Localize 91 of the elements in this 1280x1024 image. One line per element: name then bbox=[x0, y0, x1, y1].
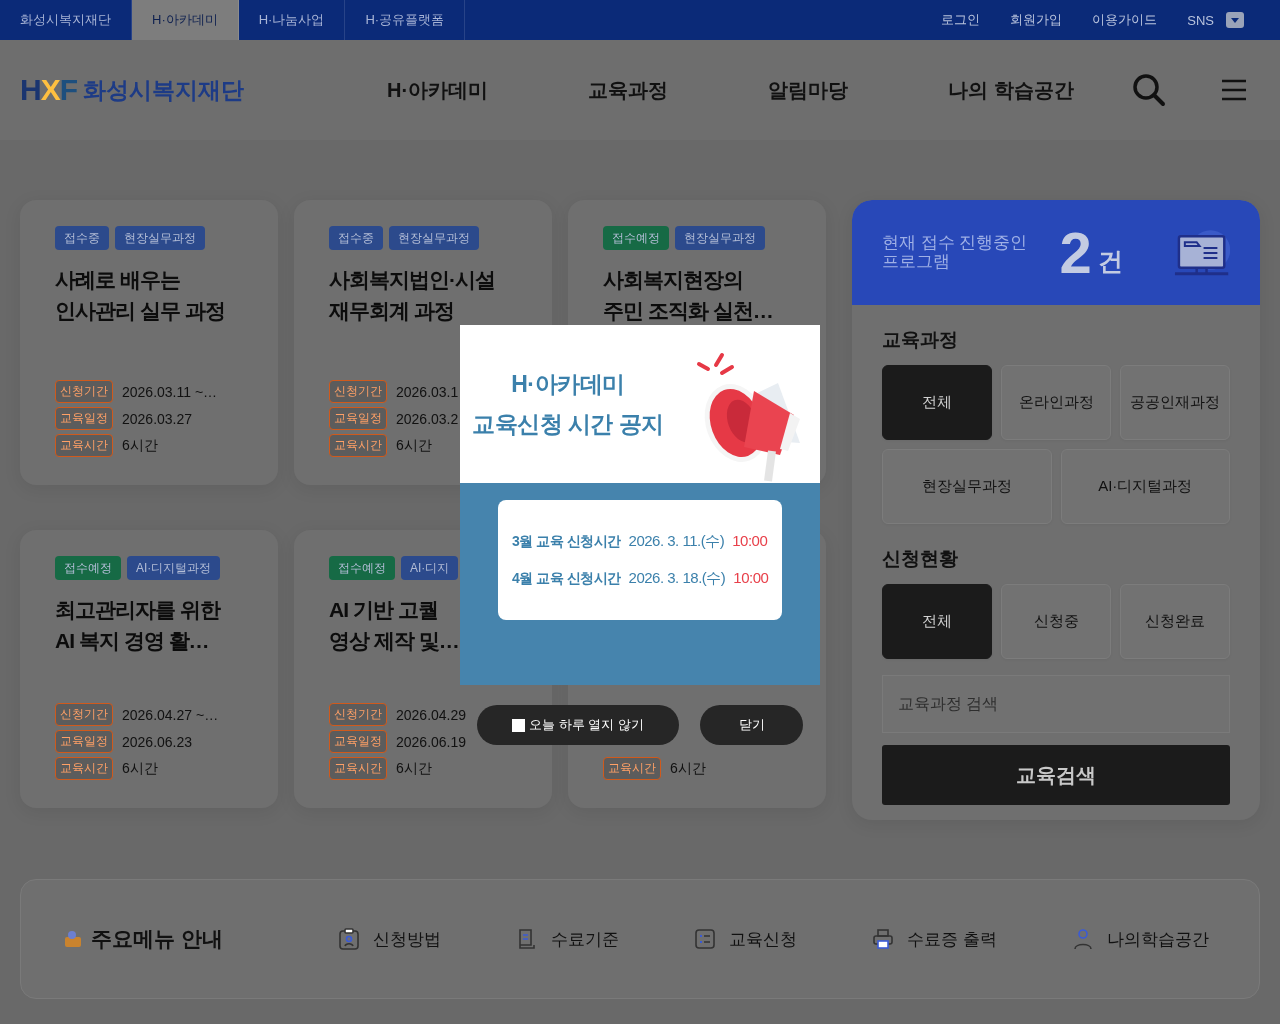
filter-button[interactable]: 전체 bbox=[882, 365, 992, 440]
info-label: 교육시간 bbox=[603, 757, 661, 780]
filter-button[interactable]: 공공인재과정 bbox=[1120, 365, 1230, 440]
course-title: AI 기반 고퀄 영상 제작 및… bbox=[329, 597, 460, 654]
filter-button[interactable]: 현장실무과정 bbox=[882, 449, 1052, 524]
menu-link[interactable]: 수료기준 bbox=[515, 927, 620, 951]
course-card[interactable]: 접수예정 AI·디지털과정 최고관리자를 위한 AI 복지 경영 활… 신청기간 2026.04.27 ~… 교육일정 2026.06.23 교육시간 6시간 bbox=[20, 530, 278, 808]
course-card[interactable]: 접수중 현장실무과정 사례로 배우는 인사관리 실무 과정 신청기간 2026.03.11 ~… 교육일정 2026.03.27 교육시간 6시간 bbox=[20, 200, 278, 485]
category-tag: 현장실무과정 bbox=[115, 226, 205, 250]
filter-button[interactable]: 온라인과정 bbox=[1001, 365, 1111, 440]
schedule-time: 10:00 bbox=[732, 532, 768, 549]
checklist-icon bbox=[693, 927, 718, 951]
count-unit: 건 bbox=[1097, 246, 1123, 277]
banner-label: 현재 접수 진행중인 프로그램 bbox=[882, 233, 1029, 272]
status-tag: 접수중 bbox=[329, 226, 383, 250]
menu-link[interactable]: 수료증 출력 bbox=[871, 927, 997, 951]
top-link[interactable]: 회원가입 bbox=[1010, 11, 1063, 29]
nav-link[interactable]: 나의 학습공간 bbox=[948, 76, 1074, 104]
monitor-icon bbox=[1172, 227, 1230, 278]
info-value: 2026.03.1 bbox=[396, 383, 459, 400]
filter-button[interactable]: AI·디지털과정 bbox=[1060, 449, 1230, 524]
top-link[interactable]: 이용가이드 bbox=[1092, 11, 1158, 29]
search-icon[interactable] bbox=[1132, 73, 1166, 107]
guide-title: 주요메뉴 안내 bbox=[91, 926, 223, 952]
info-value: 2026.04.29 bbox=[396, 706, 467, 723]
search-button[interactable]: 교육검색 bbox=[882, 745, 1230, 805]
close-button[interactable]: 닫기 bbox=[700, 705, 803, 745]
top-link[interactable]: 로그인 bbox=[941, 11, 981, 29]
info-value: 2026.04.27 ~… bbox=[122, 706, 219, 723]
nav-link[interactable]: H·아카데미 bbox=[387, 76, 489, 104]
info-value: 6시간 bbox=[396, 436, 432, 455]
info-value: 2026.06.19 bbox=[396, 733, 467, 750]
filter-button[interactable]: 전체 bbox=[882, 584, 992, 659]
info-value: 2026.03.2 bbox=[396, 410, 459, 427]
guide-icon bbox=[63, 929, 83, 949]
course-title: 사례로 배우는 인사관리 실무 과정 bbox=[55, 267, 226, 324]
filter-heading: 신청현황 bbox=[882, 547, 959, 571]
nav-tab[interactable]: H·아카데미 bbox=[132, 0, 239, 40]
info-label: 신청기간 bbox=[329, 703, 387, 726]
dropdown-icon[interactable] bbox=[1226, 12, 1244, 28]
program-count: 2 bbox=[1059, 223, 1092, 282]
info-value: 2026.06.23 bbox=[122, 733, 193, 750]
schedule-time: 10:00 bbox=[733, 569, 769, 586]
info-value: 6시간 bbox=[122, 759, 158, 778]
course-title: 최고관리자를 위한 AI 복지 경영 활… bbox=[55, 597, 222, 654]
info-value: 6시간 bbox=[396, 759, 432, 778]
status-tag: 접수예정 bbox=[329, 556, 395, 580]
info-label: 신청기간 bbox=[55, 703, 113, 726]
course-title: 사회복지법인·시설 재무회계 과정 bbox=[329, 267, 496, 324]
checkbox[interactable] bbox=[512, 718, 526, 732]
info-label: 교육시간 bbox=[329, 757, 387, 780]
nav-link[interactable]: 교육과정 bbox=[588, 76, 669, 104]
status-tag: 접수중 bbox=[55, 226, 109, 250]
info-label: 신청기간 bbox=[55, 380, 113, 403]
dont-show-button[interactable]: 오늘 하루 열지 않기 bbox=[477, 705, 679, 745]
menu-link[interactable]: 나의학습공간 bbox=[1071, 927, 1209, 951]
info-label: 교육시간 bbox=[55, 434, 113, 457]
menu-icon[interactable] bbox=[1221, 79, 1247, 101]
logo-text[interactable]: 화성시복지재단 bbox=[83, 74, 244, 106]
filter-button[interactable]: 신청중 bbox=[1001, 584, 1111, 659]
schedule-date: 2026. 3. 18.(수) bbox=[628, 569, 726, 588]
person-icon bbox=[1071, 927, 1095, 951]
status-tag: 접수예정 bbox=[603, 226, 669, 250]
info-label: 교육시간 bbox=[329, 434, 387, 457]
info-value: 2026.03.27 bbox=[122, 410, 193, 427]
category-tag: 현장실무과정 bbox=[675, 226, 765, 250]
info-label: 교육일정 bbox=[55, 407, 113, 430]
clipboard-icon bbox=[337, 927, 362, 951]
info-value: 6시간 bbox=[670, 759, 706, 778]
filter-button[interactable]: 신청완료 bbox=[1120, 584, 1230, 659]
menu-link[interactable]: 신청방법 bbox=[337, 927, 442, 951]
nav-link[interactable]: 알림마당 bbox=[768, 76, 849, 104]
info-label: 교육시간 bbox=[55, 757, 113, 780]
printer-icon bbox=[871, 927, 896, 951]
menu-link[interactable]: 교육신청 bbox=[693, 927, 798, 951]
search-field[interactable]: 교육과정 검색 bbox=[882, 675, 1230, 733]
category-tag: AI·디지털과정 bbox=[127, 556, 221, 580]
logo-mark[interactable]: HXF bbox=[20, 73, 77, 107]
info-value: 2026.03.11 ~… bbox=[122, 383, 218, 400]
filter-heading: 교육과정 bbox=[882, 328, 959, 352]
info-label: 교육일정 bbox=[329, 730, 387, 753]
info-value: 6시간 bbox=[122, 436, 158, 455]
sns-link[interactable]: SNS bbox=[1187, 12, 1214, 28]
category-tag: AI·디지 bbox=[401, 556, 459, 580]
course-title: 사회복지현장의 주민 조직화 실천… bbox=[603, 267, 774, 324]
info-label: 신청기간 bbox=[329, 380, 387, 403]
category-tag: 현장실무과정 bbox=[389, 226, 479, 250]
info-label: 교육일정 bbox=[329, 407, 387, 430]
info-label: 교육일정 bbox=[55, 730, 113, 753]
status-tag: 접수예정 bbox=[55, 556, 121, 580]
schedule-date: 2026. 3. 11.(수) bbox=[628, 532, 725, 551]
